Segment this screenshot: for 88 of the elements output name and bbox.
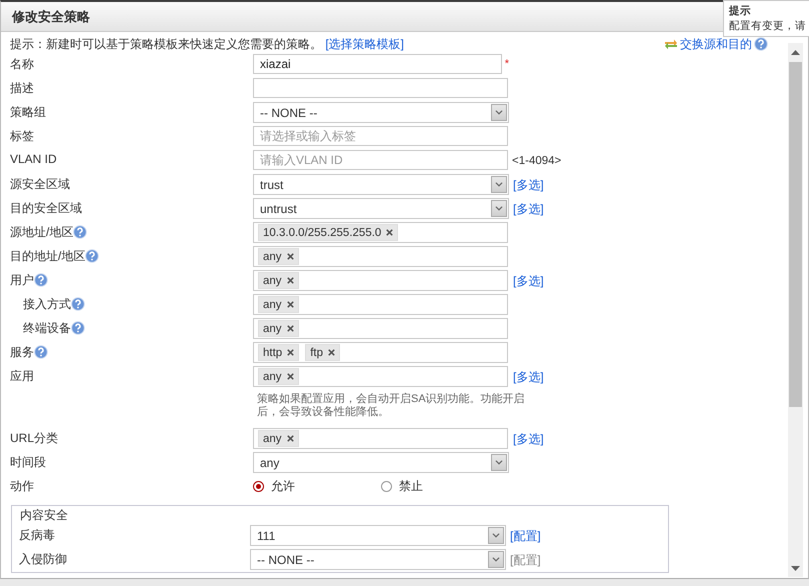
tag-field[interactable]: any [253, 270, 508, 291]
text-field[interactable]: xiazai [253, 54, 502, 74]
swap-link[interactable]: 交换源和目的 [680, 36, 752, 52]
chevron-down-icon[interactable] [488, 527, 504, 544]
tag-field[interactable]: 10.3.0.0/255.255.255.0 [253, 222, 508, 243]
chevron-down-icon[interactable] [488, 551, 504, 568]
help-icon[interactable] [71, 321, 85, 335]
text-field[interactable]: 请输入VLAN ID [253, 150, 508, 170]
dropdown[interactable]: -- NONE -- [253, 102, 509, 123]
tag-chip: any [258, 248, 299, 265]
chevron-down-icon[interactable] [491, 200, 507, 217]
radio-button[interactable] [381, 481, 392, 492]
field-label: 动作 [10, 479, 34, 493]
dropdown[interactable]: -- NONE -- [250, 549, 506, 570]
tag-chip: http [258, 344, 300, 361]
field-label: 标签 [10, 129, 34, 143]
remove-icon[interactable] [286, 301, 294, 308]
help-icon[interactable] [34, 345, 48, 359]
dropdown[interactable]: any [253, 452, 509, 473]
field-label: 服务 [10, 345, 34, 359]
tag-field[interactable]: http ftp [253, 342, 508, 363]
radio-label: 禁止 [399, 478, 423, 495]
chevron-down-icon[interactable] [491, 104, 507, 121]
required-mark: * [504, 58, 509, 70]
link[interactable]: [多选] [513, 178, 544, 192]
link[interactable]: [多选] [513, 274, 544, 288]
link[interactable]: [多选] [513, 370, 544, 384]
field-label: 源安全区域 [10, 177, 70, 191]
field-label: 名称 [10, 57, 34, 71]
field-label: URL分类 [10, 431, 58, 445]
hint-text: 提示：新建时可以基于策略模板来快速定义您需要的策略。 [10, 36, 322, 50]
tag-chip: any [258, 368, 299, 385]
help-icon[interactable] [71, 297, 85, 311]
tag-field[interactable]: any [253, 318, 508, 339]
range-hint: <1-4094> [512, 155, 562, 167]
field-label: 用户 [10, 273, 34, 287]
help-icon[interactable] [754, 37, 768, 51]
tag-field[interactable]: any [253, 246, 508, 267]
tooltip: 提示 配置有变更，请 [723, 0, 809, 37]
help-icon[interactable] [73, 225, 88, 239]
remove-icon[interactable] [286, 435, 294, 442]
tag-field[interactable]: any [253, 366, 508, 387]
chevron-down-icon[interactable] [491, 176, 507, 193]
remove-icon[interactable] [286, 277, 294, 284]
field-label: 时间段 [10, 455, 46, 469]
tag-chip: 10.3.0.0/255.255.255.0 [258, 224, 398, 241]
dropdown[interactable]: trust [253, 174, 509, 195]
tag-chip: any [258, 430, 299, 447]
chevron-down-icon[interactable] [491, 454, 507, 471]
radio-button[interactable] [253, 481, 264, 492]
tag-field[interactable]: any [253, 294, 508, 315]
dropdown[interactable]: 111 [250, 525, 506, 546]
link[interactable]: [多选] [513, 432, 544, 446]
dropdown[interactable]: untrust [253, 198, 509, 219]
field-label: 目的地址/地区 [10, 249, 86, 263]
remove-icon[interactable] [286, 373, 294, 380]
tag-chip: any [258, 272, 299, 289]
field-label: VLAN ID [10, 152, 57, 166]
remove-icon[interactable] [287, 349, 294, 356]
radio-label: 允许 [271, 478, 295, 495]
field-label: 反病毒 [19, 528, 55, 542]
remove-icon[interactable] [328, 349, 335, 356]
section-title: 内容安全 [18, 507, 70, 524]
tag-chip: any [258, 320, 299, 337]
text-field[interactable] [253, 78, 508, 98]
link[interactable]: [配置] [510, 529, 541, 543]
field-label: 应用 [10, 369, 34, 383]
template-link[interactable]: [选择策略模板] [325, 36, 404, 50]
field-label: 描述 [10, 81, 34, 95]
tag-field[interactable]: any [253, 428, 508, 449]
help-icon[interactable] [85, 249, 100, 263]
text-field[interactable]: 请选择或输入标签 [253, 126, 508, 146]
scrollbar-drawing[interactable] [788, 43, 803, 577]
link[interactable]: [多选] [513, 202, 544, 216]
help-icon[interactable] [34, 273, 48, 287]
remove-icon[interactable] [286, 253, 294, 260]
help-text: 策略如果配置应用，会自动开启SA识别功能。功能开启后，会导致设备性能降低。 [256, 392, 526, 420]
tag-chip: any [258, 296, 299, 313]
remove-icon[interactable] [386, 229, 394, 236]
field-label: 目的安全区域 [10, 201, 82, 215]
field-label: 源地址/地区 [10, 225, 74, 239]
remove-icon[interactable] [286, 325, 294, 332]
swap-icon[interactable] [664, 38, 678, 50]
field-label: 入侵防御 [19, 552, 67, 566]
field-label: 终端设备 [23, 321, 71, 335]
field-label: 接入方式 [23, 297, 71, 311]
tag-chip: ftp [305, 344, 340, 361]
field-label: 策略组 [10, 105, 46, 119]
